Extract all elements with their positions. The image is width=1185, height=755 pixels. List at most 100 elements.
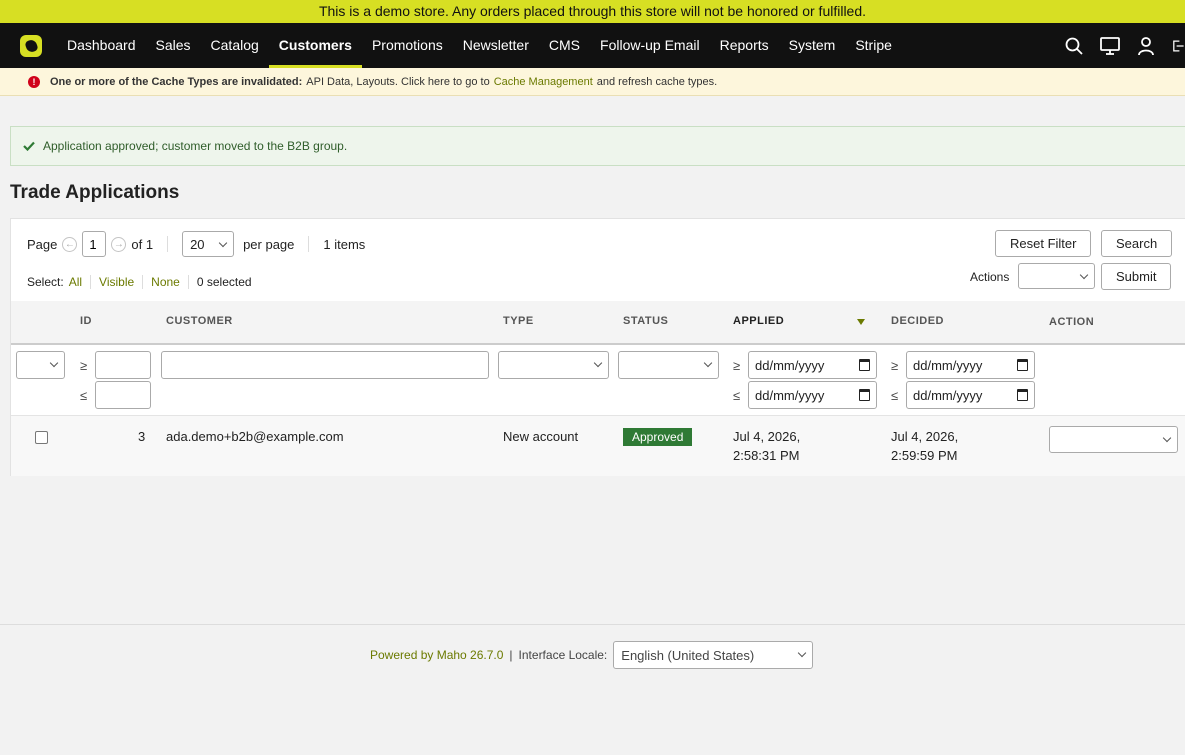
status-badge: Approved xyxy=(623,428,693,446)
items-count: 1 items xyxy=(323,236,366,252)
footer: Powered by Maho 26.7.0 | Interface Local… xyxy=(0,624,1185,755)
applied-from-placeholder: dd/mm/yyyy xyxy=(755,357,825,373)
cache-notice-text: API Data, Layouts. Click here to go to xyxy=(306,75,490,88)
chevron-down-icon xyxy=(1079,270,1089,280)
page-title: Trade Applications xyxy=(10,182,180,203)
chevron-down-icon xyxy=(49,358,59,368)
cache-invalidated-notice: ! One or more of the Cache Types are inv… xyxy=(0,68,1185,96)
nav-newsletter[interactable]: Newsletter xyxy=(453,23,539,68)
nav-cms[interactable]: CMS xyxy=(539,23,590,68)
chevron-down-icon xyxy=(1162,433,1172,443)
success-text: Application approved; customer moved to … xyxy=(43,139,348,153)
chevron-down-icon xyxy=(798,648,807,658)
per-page-label: per page xyxy=(243,236,295,252)
monitor-icon[interactable] xyxy=(1099,35,1121,57)
column-type[interactable]: TYPE xyxy=(503,315,534,327)
select-visible-link[interactable]: Visible xyxy=(99,275,134,289)
calendar-icon[interactable] xyxy=(1017,389,1028,401)
check-icon xyxy=(23,141,35,151)
nav-dashboard[interactable]: Dashboard xyxy=(57,23,146,68)
id-from-input[interactable] xyxy=(95,351,151,379)
column-applied[interactable]: APPLIED xyxy=(733,315,784,327)
column-customer[interactable]: CUSTOMER xyxy=(166,315,233,327)
user-icon[interactable] xyxy=(1135,35,1157,57)
id-to-input[interactable] xyxy=(95,381,151,409)
applied-to-placeholder: dd/mm/yyyy xyxy=(755,387,825,403)
column-id[interactable]: ID xyxy=(80,315,92,327)
type-filter-select[interactable] xyxy=(498,351,609,379)
select-all-link[interactable]: All xyxy=(69,275,82,289)
top-navigation: Dashboard Sales Catalog Customers Promot… xyxy=(0,23,1185,68)
select-label: Select: xyxy=(27,275,64,289)
nav-catalog[interactable]: Catalog xyxy=(201,23,269,68)
interface-locale-select[interactable]: English (United States) xyxy=(613,641,814,669)
filter-row: ≥ ≤ ≥ dd/mm/yyyy ≤ dd/mm/yyyy ≥ dd/mm/yy… xyxy=(11,345,1185,416)
row-type: New account xyxy=(503,429,579,444)
logout-icon[interactable] xyxy=(1171,35,1185,57)
table-row: 3 ada.demo+b2b@example.com New account A… xyxy=(11,416,1185,476)
column-action: ACTION xyxy=(1049,316,1095,328)
mass-select: Select: All Visible None 0 selected xyxy=(27,275,252,289)
nav-promotions[interactable]: Promotions xyxy=(362,23,453,68)
row-applied-time: 2:58:31 PM xyxy=(733,448,800,463)
sort-descending-icon xyxy=(857,319,865,325)
nav-system[interactable]: System xyxy=(779,23,846,68)
nav-customers[interactable]: Customers xyxy=(268,23,363,68)
per-page-select[interactable]: 20 xyxy=(182,231,235,257)
decided-from-placeholder: dd/mm/yyyy xyxy=(913,357,983,373)
maho-logo-icon[interactable] xyxy=(20,34,42,57)
selected-count: 0 selected xyxy=(196,275,252,289)
cache-management-link[interactable]: Cache Management xyxy=(494,76,593,88)
next-page-icon[interactable]: → xyxy=(111,236,127,252)
chevron-down-icon xyxy=(593,358,603,368)
decided-from-date[interactable]: dd/mm/yyyy xyxy=(906,351,1035,379)
status-filter-select[interactable] xyxy=(618,351,719,379)
error-icon: ! xyxy=(28,75,40,88)
reset-filter-button[interactable]: Reset Filter xyxy=(995,230,1092,257)
trade-applications-grid: Page ← → of 1 20 per page 1 items Select… xyxy=(10,218,1185,476)
row-customer: ada.demo+b2b@example.com xyxy=(166,429,344,444)
applied-from-date[interactable]: dd/mm/yyyy xyxy=(748,351,877,379)
pager: Page ← → of 1 20 per page 1 items xyxy=(27,231,365,257)
id-from-symbol: ≥ xyxy=(80,358,88,373)
applied-to-date[interactable]: dd/mm/yyyy xyxy=(748,381,877,409)
mass-select-filter[interactable] xyxy=(16,351,65,379)
select-none-link[interactable]: None xyxy=(151,275,180,289)
decided-from-symbol: ≥ xyxy=(891,358,899,373)
column-decided[interactable]: DECIDED xyxy=(891,315,944,327)
id-to-symbol: ≤ xyxy=(80,388,88,403)
calendar-icon[interactable] xyxy=(1017,359,1028,371)
calendar-icon[interactable] xyxy=(859,389,870,401)
search-button[interactable]: Search xyxy=(1101,230,1173,257)
success-message: Application approved; customer moved to … xyxy=(10,126,1185,166)
nav-stripe[interactable]: Stripe xyxy=(845,23,902,68)
row-applied-date: Jul 4, 2026, xyxy=(733,429,801,444)
submit-button[interactable]: Submit xyxy=(1101,263,1172,290)
chevron-down-icon xyxy=(218,238,228,248)
row-action-select[interactable] xyxy=(1049,426,1178,453)
row-decided-time: 2:59:59 PM xyxy=(891,448,958,463)
calendar-icon[interactable] xyxy=(859,359,870,371)
search-icon[interactable] xyxy=(1063,35,1085,57)
customer-filter-input[interactable] xyxy=(161,351,489,379)
nav-reports[interactable]: Reports xyxy=(710,23,779,68)
locale-value: English (United States) xyxy=(621,647,755,663)
cache-notice-tail: and refresh cache types. xyxy=(596,75,718,88)
powered-by-link[interactable]: Powered by Maho 26.7.0 xyxy=(370,648,503,662)
applied-to-symbol: ≤ xyxy=(733,388,741,403)
cache-notice-title: One or more of the Cache Types are inval… xyxy=(50,75,303,88)
mass-actions-select[interactable] xyxy=(1018,263,1095,289)
prev-page-icon[interactable]: ← xyxy=(62,236,78,252)
nav-sales[interactable]: Sales xyxy=(146,23,201,68)
column-status[interactable]: STATUS xyxy=(623,315,668,327)
nav-follow-up-email[interactable]: Follow-up Email xyxy=(590,23,710,68)
per-page-value: 20 xyxy=(190,236,205,252)
table-header: ID CUSTOMER TYPE STATUS APPLIED DECIDED … xyxy=(11,301,1185,345)
page-number-input[interactable] xyxy=(82,231,107,257)
decided-to-date[interactable]: dd/mm/yyyy xyxy=(906,381,1035,409)
row-id: 3 xyxy=(138,429,146,444)
footer-separator: | xyxy=(509,648,513,662)
chevron-down-icon xyxy=(703,358,713,368)
row-checkbox[interactable] xyxy=(35,431,48,444)
decided-to-symbol: ≤ xyxy=(891,388,899,403)
